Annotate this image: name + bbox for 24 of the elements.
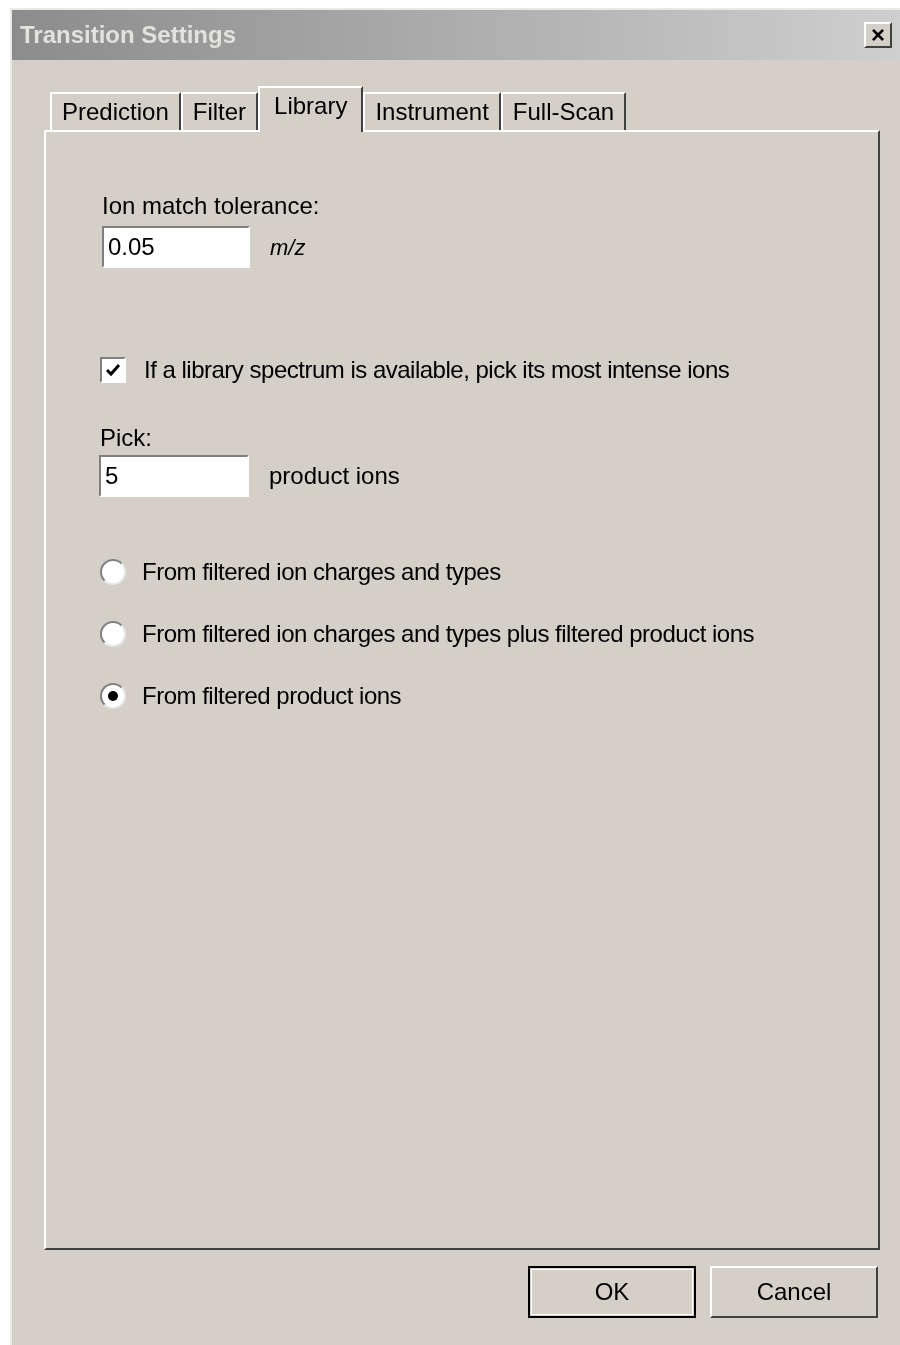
radio-label: From filtered product ions (142, 681, 402, 711)
unit-label: product ions (269, 461, 400, 491)
radio-label: From filtered ion charges and types plus filtered product ions (142, 619, 754, 649)
tab[interactable]: Filter (180, 92, 259, 130)
field-label: Pick: (100, 423, 152, 453)
radio-button[interactable] (100, 559, 126, 585)
tolerance-input[interactable]: 0.05 (102, 226, 250, 268)
dialog-button[interactable]: Cancel (710, 1266, 878, 1318)
checkbox-label: If a library spectrum is available, pick its most intense ions (144, 355, 730, 385)
window-title: Transition Settings (20, 20, 237, 50)
tab[interactable]: Prediction (50, 92, 181, 130)
dialog-button[interactable]: OK (528, 1266, 696, 1318)
radio-button[interactable] (100, 683, 126, 709)
tab[interactable]: Full-Scan (500, 92, 627, 130)
tab[interactable]: Library (258, 86, 364, 132)
field-label: Ion match tolerance: (102, 191, 320, 221)
radio-label: From filtered ion charges and types (142, 557, 501, 587)
pick-count-input[interactable]: 5 (99, 455, 249, 497)
check-icon (104, 361, 122, 379)
tab[interactable]: Instrument (363, 92, 501, 130)
library-checkbox[interactable] (100, 357, 126, 383)
unit-label: m/z (270, 233, 306, 262)
close-button[interactable]: × (864, 22, 892, 48)
radio-button[interactable] (100, 621, 126, 647)
